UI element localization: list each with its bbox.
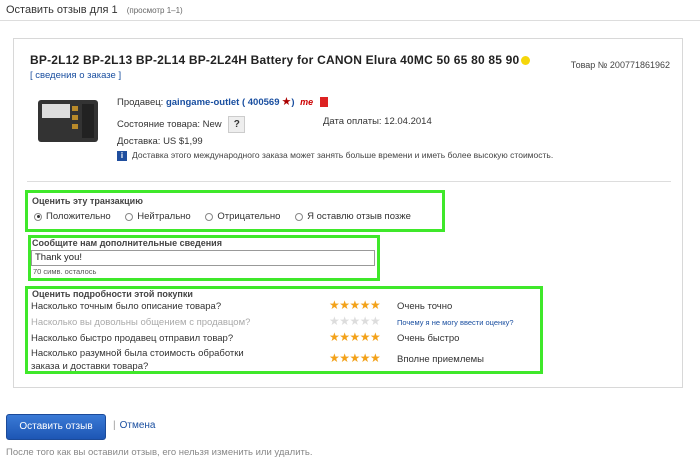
radio-icon[interactable]: [125, 212, 134, 221]
rating-positive[interactable]: Положительно: [34, 211, 111, 222]
condition-label: Состояние товара: New: [117, 119, 222, 131]
cancel-row: | Отмена: [113, 420, 156, 431]
submit-feedback-button[interactable]: Оставить отзыв: [6, 414, 106, 440]
feedback-star-icon: ★: [281, 96, 292, 108]
item-number: Товар № 200771861962: [570, 60, 670, 70]
comment-input[interactable]: Thank you!: [31, 250, 375, 266]
payment-date: Дата оплаты: 12.04.2014: [323, 116, 432, 127]
detail-question-cont: заказа и доставки товара?: [31, 361, 149, 372]
item-title[interactable]: BP-2L12 BP-2L13 BP-2L14 BP-2L24H Battery…: [30, 53, 531, 67]
rating-later[interactable]: Я оставлю отзыв позже: [295, 211, 411, 222]
comment-title: Сообщите нам дополнительные сведения: [32, 238, 222, 248]
me-badge[interactable]: me: [300, 97, 313, 107]
radio-icon[interactable]: [205, 212, 214, 221]
detail-question: Насколько разумной была стоимость обрабо…: [31, 348, 244, 359]
page-subtitle: (просмотр 1–1): [126, 6, 183, 15]
shipping-cost-label: Вполне приемлемы: [397, 354, 485, 365]
shipping-note: i Доставка этого международного заказа мо…: [117, 150, 553, 161]
details-title: Оценить подробности этой покупки: [32, 289, 193, 299]
separator: |: [113, 420, 116, 431]
header-divider: [0, 20, 700, 21]
detail-question: Насколько точным было описание товара?: [31, 301, 222, 312]
item-title-text[interactable]: BP-2L12 BP-2L13 BP-2L14 BP-2L24H Battery…: [30, 53, 519, 67]
detail-question: Насколько быстро продавец отправил товар…: [31, 333, 234, 344]
rating-title: Оценить эту транзакцию: [32, 196, 143, 206]
condition-row: Состояние товара: New ?: [117, 116, 246, 133]
rating-options: Положительно Нейтрально Отрицательно Я о…: [34, 211, 423, 224]
radio-selected-icon[interactable]: [34, 212, 42, 221]
accuracy-stars[interactable]: ★★★★★: [329, 298, 381, 312]
seller-label: Продавец:: [117, 97, 164, 108]
rating-neutral[interactable]: Нейтрально: [125, 211, 191, 222]
seller-row: Продавец: gaingame-outlet ( 400569 ★) me: [117, 95, 328, 108]
footer-note: После того как вы оставили отзыв, его не…: [6, 447, 313, 458]
radio-icon[interactable]: [295, 212, 304, 221]
shipping-time-stars[interactable]: ★★★★★: [329, 330, 381, 344]
seller-link[interactable]: gaingame-outlet ( 400569: [166, 97, 280, 108]
shipping-cost: Доставка: US $1,99: [117, 136, 203, 147]
shipping-time-label: Очень быстро: [397, 333, 460, 344]
order-details-link[interactable]: [ сведения о заказе ]: [30, 70, 121, 81]
shipping-note-text: Доставка этого международного заказа мож…: [132, 150, 554, 160]
feedback-card: BP-2L12 BP-2L13 BP-2L14 BP-2L24H Battery…: [13, 38, 683, 388]
communication-stars: ★★★★★: [329, 314, 381, 328]
page-title: Оставить отзыв для 1: [6, 4, 118, 16]
store-icon[interactable]: [319, 97, 328, 108]
detail-question: Насколько вы довольны общением с продавц…: [31, 317, 251, 328]
info-icon: i: [117, 150, 127, 161]
section-divider: [27, 181, 671, 182]
seller-paren: ): [291, 97, 295, 108]
condition-help-button[interactable]: ?: [228, 116, 246, 133]
cancel-link[interactable]: Отмена: [120, 420, 156, 431]
why-cant-rate-link[interactable]: Почему я не могу ввести оценку?: [397, 318, 513, 327]
shipping-cost-stars[interactable]: ★★★★★: [329, 351, 381, 365]
accuracy-label: Очень точно: [397, 301, 453, 312]
item-photo[interactable]: [32, 94, 106, 149]
lightbulb-icon: [521, 56, 531, 66]
char-counter: 70 симв. осталось: [33, 267, 97, 276]
rating-negative[interactable]: Отрицательно: [205, 211, 280, 222]
page-header: Оставить отзыв для 1 (просмотр 1–1): [6, 4, 183, 16]
